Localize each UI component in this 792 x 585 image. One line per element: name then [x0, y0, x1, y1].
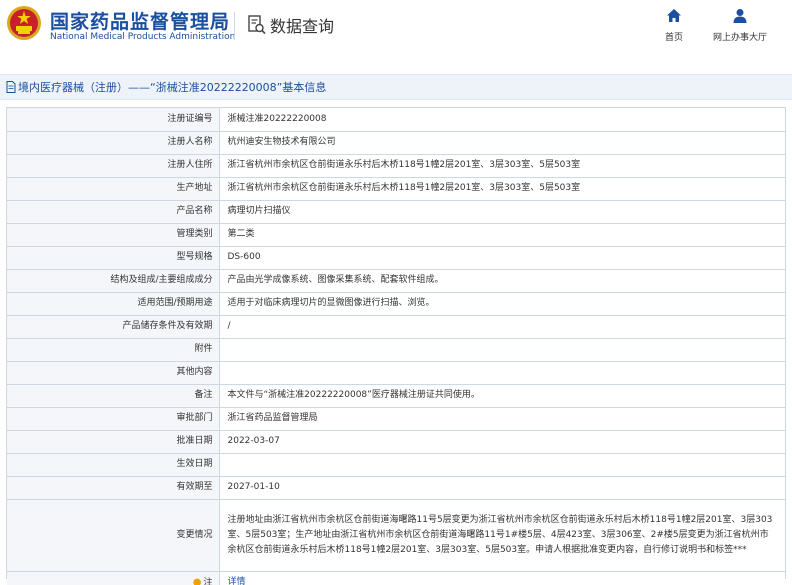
field-value: 产品由光学成像系统、图像采集系统、配套软件组成。 — [219, 269, 785, 293]
field-label: 审批部门 — [7, 407, 220, 431]
site-header: 国家药品监督管理局 National Medical Products Admi… — [0, 0, 792, 56]
table-row: 管理类别 第二类 — [7, 223, 785, 247]
field-value: / — [219, 315, 785, 339]
field-value — [219, 453, 785, 477]
nav-home-label: 首页 — [664, 33, 683, 43]
table-row: 变更情况 注册地址由浙江省杭州市余杭区仓前街道海曙路11号5层变更为浙江省杭州市余… — [7, 499, 785, 572]
details-link[interactable]: 详情 — [228, 577, 246, 585]
table-row: 适用范围/预期用途 适用于对临床病理切片的显微图像进行扫描、浏览。 — [7, 292, 785, 316]
field-label: 型号规格 — [7, 246, 220, 270]
nav-online-service-label: 网上办事大厅 — [712, 33, 767, 43]
table-row: ● 注 详情 — [7, 571, 785, 585]
field-label: 其他内容 — [7, 361, 220, 385]
table-row: 有效期至 2027-01-10 — [7, 476, 785, 500]
document-icon — [6, 81, 16, 93]
field-value: 病理切片扫描仪 — [219, 200, 785, 224]
table-row: 产品储存条件及有效期 / — [7, 315, 785, 339]
table-row: 型号规格 DS-600 — [7, 246, 785, 270]
field-value: 第二类 — [219, 223, 785, 247]
home-icon — [667, 9, 681, 22]
field-value: 2022-03-07 — [219, 430, 785, 454]
table-row: 批准日期 2022-03-07 — [7, 430, 785, 454]
brand-name: 国家药品监督管理局 — [50, 11, 231, 33]
field-label: 生产地址 — [7, 177, 220, 201]
table-row: 结构及组成/主要组成成分 产品由光学成像系统、图像采集系统、配套软件组成。 — [7, 269, 785, 293]
field-label: 产品名称 — [7, 200, 220, 224]
field-value: 注册地址由浙江省杭州市余杭区仓前街道海曙路11号5层变更为浙江省杭州市余杭区仓前… — [219, 499, 785, 572]
table-row: 审批部门 浙江省药品监督管理局 — [7, 407, 785, 431]
nav-home[interactable]: 首页 — [660, 8, 688, 43]
note-label-cell: ● 注 — [7, 571, 220, 585]
field-label: 生效日期 — [7, 453, 220, 477]
user-icon — [733, 9, 747, 23]
data-query-label: 数据查询 — [270, 17, 335, 36]
emblem-icon — [7, 6, 41, 40]
field-value: 杭州迪安生物技术有限公司 — [219, 131, 785, 155]
data-query-link[interactable]: 数据查询 — [248, 12, 334, 38]
field-label: 附件 — [7, 338, 220, 362]
brand-name-english: National Medical Products Administration — [50, 32, 236, 42]
field-value: 浙江省药品监督管理局 — [219, 407, 785, 431]
field-value: 浙械注准20222220008 — [219, 108, 785, 132]
page-title: 境内医疗器械（注册）——“浙械注准20222220008”基本信息 — [18, 81, 327, 94]
field-label: 注册证编号 — [7, 108, 220, 132]
table-row: 注册人名称 杭州迪安生物技术有限公司 — [7, 131, 785, 155]
field-value: 本文件与“浙械注准20222220008”医疗器械注册证共同使用。 — [219, 384, 785, 408]
info-table: 注册证编号 浙械注准20222220008 注册人名称 杭州迪安生物技术有限公司 注… — [6, 107, 786, 585]
detail-title-bar: 境内医疗器械（注册）——“浙械注准20222220008”基本信息 — [0, 74, 792, 100]
field-value: 2027-01-10 — [219, 476, 785, 500]
search-document-icon — [248, 15, 266, 35]
field-label: 注册人名称 — [7, 131, 220, 155]
field-label: 适用范围/预期用途 — [7, 292, 220, 316]
field-value: 适用于对临床病理切片的显微图像进行扫描、浏览。 — [219, 292, 785, 316]
note-value-cell: 详情 — [219, 571, 785, 585]
star-icon: ● — [192, 576, 202, 585]
field-value: 浙江省杭州市余杭区仓前街道永乐村后木桥118号1幢2层201室、3层303室、5… — [219, 177, 785, 201]
field-label: 产品储存条件及有效期 — [7, 315, 220, 339]
nav-online-service[interactable]: 网上办事大厅 — [708, 8, 772, 43]
field-label: 有效期至 — [7, 476, 220, 500]
table-row: 生产地址 浙江省杭州市余杭区仓前街道永乐村后木桥118号1幢2层201室、3层30… — [7, 177, 785, 201]
note-label: 注 — [203, 577, 213, 585]
table-row: 附件 — [7, 338, 785, 362]
field-label: 批准日期 — [7, 430, 220, 454]
field-label: 备注 — [7, 384, 220, 408]
table-row: 生效日期 — [7, 453, 785, 477]
table-row: 注册人住所 浙江省杭州市余杭区仓前街道永乐村后木桥118号1幢2层201室、3层3… — [7, 154, 785, 178]
field-value: 浙江省杭州市余杭区仓前街道永乐村后木桥118号1幢2层201室、3层303室、5… — [219, 154, 785, 178]
field-value — [219, 338, 785, 362]
header-divider — [234, 12, 235, 40]
field-label: 管理类别 — [7, 223, 220, 247]
field-label: 结构及组成/主要组成成分 — [7, 269, 220, 293]
table-row: 注册证编号 浙械注准20222220008 — [7, 108, 785, 132]
field-value — [219, 361, 785, 385]
field-label: 变更情况 — [7, 499, 220, 572]
table-row: 产品名称 病理切片扫描仪 — [7, 200, 785, 224]
field-value: DS-600 — [219, 246, 785, 270]
field-label: 注册人住所 — [7, 154, 220, 178]
table-row: 备注 本文件与“浙械注准20222220008”医疗器械注册证共同使用。 — [7, 384, 785, 408]
table-row: 其他内容 — [7, 361, 785, 385]
